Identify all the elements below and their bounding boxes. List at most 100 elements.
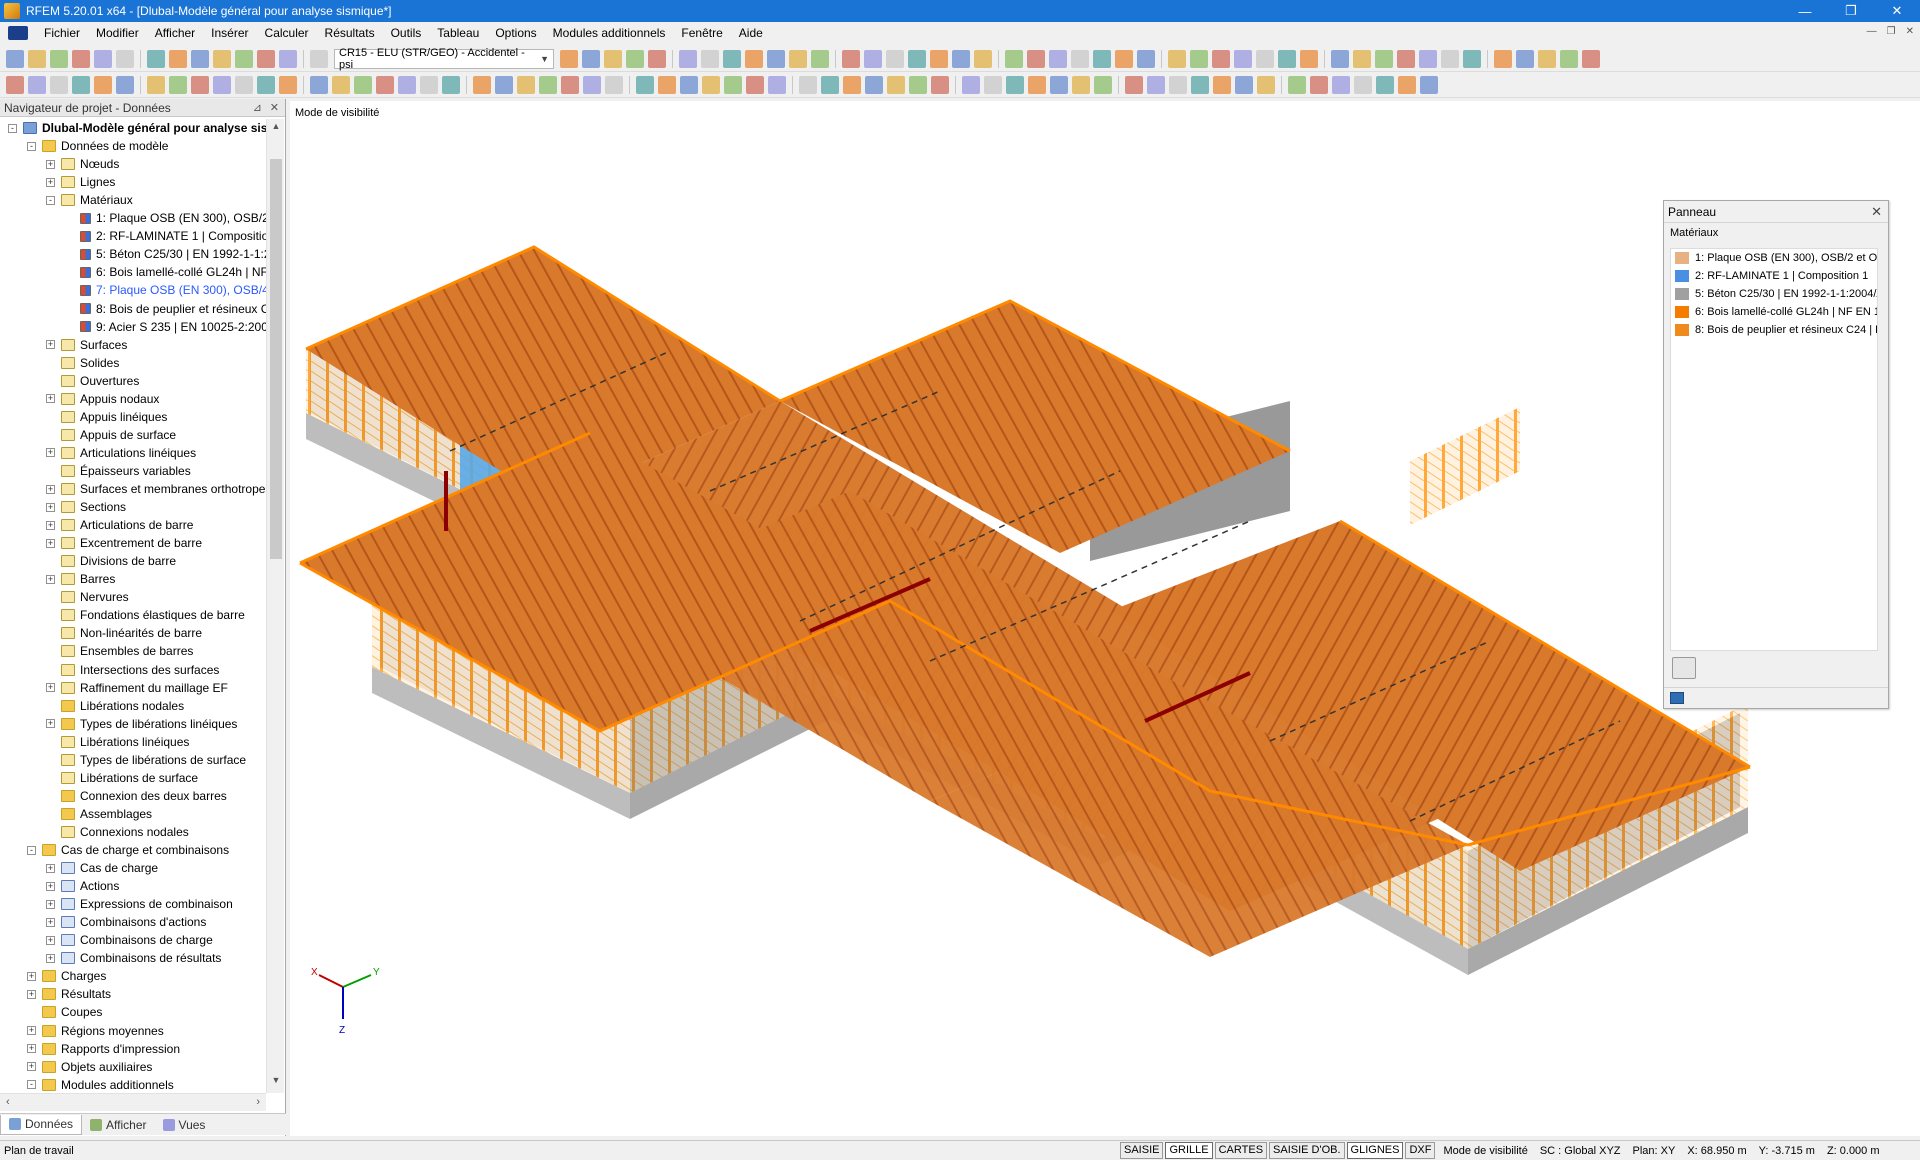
tree-item[interactable]: + Actions — [46, 877, 119, 895]
legend-item[interactable]: 2: RF-LAMINATE 1 | Composition 1 — [1671, 267, 1877, 285]
settings-icon[interactable] — [376, 75, 394, 94]
tree-item[interactable]: Connexion des deux barres — [46, 787, 227, 805]
expand-icon[interactable]: + — [46, 394, 55, 404]
zoom-icon[interactable] — [1300, 49, 1318, 68]
results-icon[interactable] — [1125, 75, 1143, 94]
tree-item[interactable]: + Objets auxiliaires — [27, 1058, 152, 1076]
select-icon[interactable] — [811, 49, 829, 68]
save-icon[interactable] — [723, 49, 741, 68]
tree-item[interactable]: + Rapports d'impression — [27, 1040, 180, 1058]
print-icon[interactable] — [6, 75, 24, 94]
grid-icon[interactable] — [605, 75, 623, 94]
grid-icon[interactable] — [147, 75, 165, 94]
member-icon[interactable] — [1463, 49, 1481, 68]
tree-item[interactable]: Divisions de barre — [46, 552, 176, 570]
tree-item[interactable]: 6: Bois lamellé-collé GL24h | NF EN 1408… — [65, 263, 266, 281]
legend-item[interactable]: 1: Plaque OSB (EN 300), OSB/2 et OSB/3 — [1671, 249, 1877, 267]
new-file-icon[interactable] — [679, 49, 697, 68]
status-dxf-button[interactable]: DXF — [1405, 1142, 1436, 1159]
tree-item[interactable]: + Barres — [46, 570, 115, 588]
undo-icon[interactable] — [1234, 49, 1252, 68]
expand-icon[interactable]: + — [46, 683, 55, 693]
loadcase-select[interactable]: CR15 - ELU (STR/GEO) - Accidentel - psi ▼ — [334, 47, 554, 71]
new-file-icon[interactable] — [1137, 49, 1155, 68]
table-icon[interactable] — [1331, 49, 1349, 68]
tab-vues[interactable]: Vues — [155, 1115, 214, 1135]
menu-options[interactable]: Options — [487, 26, 544, 40]
open-icon[interactable] — [701, 49, 719, 68]
status-grille-button[interactable]: GRILLE — [1165, 1142, 1213, 1159]
menu-tableau[interactable]: Tableau — [429, 26, 487, 40]
expand-icon[interactable]: + — [46, 881, 55, 891]
undo-icon[interactable] — [28, 75, 46, 94]
line-icon[interactable] — [1441, 49, 1459, 68]
tree-item[interactable]: Nervures — [46, 588, 129, 606]
undo-icon[interactable] — [94, 49, 112, 68]
undo-icon[interactable] — [767, 49, 785, 68]
expand-icon[interactable]: + — [46, 935, 55, 945]
save-icon[interactable] — [909, 75, 927, 94]
save-icon[interactable] — [1376, 75, 1394, 94]
print-icon[interactable] — [473, 75, 491, 94]
render-icon[interactable] — [169, 75, 187, 94]
redo-icon[interactable] — [1256, 49, 1274, 68]
expand-icon[interactable]: + — [27, 1062, 36, 1072]
tree-item[interactable]: + Lignes — [46, 173, 115, 191]
load-icon[interactable] — [1049, 49, 1067, 68]
tree-item[interactable]: Fondations élastiques de barre — [46, 606, 245, 624]
pin-icon[interactable]: ⊿ — [253, 101, 262, 114]
mdi-restore-icon[interactable]: ❐ — [1887, 26, 1896, 37]
minimize-button[interactable]: — — [1782, 0, 1828, 22]
navigator-horizontal-scrollbar[interactable]: ‹ › — [0, 1093, 266, 1111]
tree-item[interactable]: + Expressions de combinaison — [46, 895, 233, 913]
legend-item[interactable]: 8: Bois de peuplier et résineux C24 | EN… — [1671, 321, 1877, 339]
menu-afficher[interactable]: Afficher — [147, 26, 203, 40]
line-icon[interactable] — [702, 75, 720, 94]
legend-item[interactable]: 6: Bois lamellé-collé GL24h | NF EN 1408… — [1671, 303, 1877, 321]
expand-icon[interactable]: + — [46, 159, 55, 169]
redo-icon[interactable] — [116, 49, 134, 68]
zoom-icon[interactable] — [169, 49, 187, 68]
tree-item[interactable]: - Dlubal-Modèle général pour analyse sism… — [8, 119, 266, 137]
chevron-down-icon[interactable]: ▼ — [540, 54, 549, 64]
tree-item[interactable]: + Combinaisons de résultats — [46, 949, 221, 967]
tree-item[interactable]: 5: Béton C25/30 | EN 1992-1-1:2004/A1:20… — [65, 245, 266, 263]
tab-afficher[interactable]: Afficher — [82, 1115, 154, 1135]
legend-item[interactable]: 5: Béton C25/30 | EN 1992-1-1:2004/A1:20… — [1671, 285, 1877, 303]
menu-fichier[interactable]: Fichier — [36, 26, 88, 40]
menu-outils[interactable]: Outils — [383, 26, 430, 40]
camera-icon[interactable] — [1560, 49, 1578, 68]
menu-modules-additionnels[interactable]: Modules additionnels — [545, 26, 674, 40]
navigator-close-icon[interactable]: ✕ — [270, 101, 279, 114]
tree-item[interactable]: Types de libérations de surface — [46, 751, 246, 769]
navigator-vertical-scrollbar[interactable]: ▲ ▼ — [266, 119, 284, 1093]
node-icon[interactable] — [680, 75, 698, 94]
support-icon[interactable] — [1494, 49, 1512, 68]
view-icon[interactable] — [332, 75, 350, 94]
panel-settings-button[interactable] — [1672, 657, 1696, 679]
tree-item[interactable]: + Combinaisons de charge — [46, 931, 213, 949]
zoom-icon[interactable] — [1028, 75, 1046, 94]
redo-icon[interactable] — [984, 75, 1002, 94]
tree-item[interactable]: - Matériaux — [46, 191, 133, 209]
tree-item[interactable]: + Articulations de barre — [46, 516, 193, 534]
new-file-icon[interactable] — [6, 49, 24, 68]
member-icon[interactable] — [724, 75, 742, 94]
tree-item[interactable]: Assemblages — [46, 805, 152, 823]
view-icon[interactable] — [799, 75, 817, 94]
expand-icon[interactable]: + — [27, 1026, 36, 1035]
tab-donnees[interactable]: Données — [0, 1114, 83, 1135]
collapse-icon[interactable]: - — [46, 195, 55, 205]
menu-calculer[interactable]: Calculer — [257, 26, 317, 40]
view-icon[interactable] — [1257, 75, 1275, 94]
tree-item[interactable]: 8: Bois de peuplier et résineux C24 — [65, 300, 266, 318]
grid-icon[interactable] — [213, 49, 231, 68]
camera-icon[interactable] — [354, 75, 372, 94]
print-icon[interactable] — [72, 49, 90, 68]
tree-item[interactable]: 1: Plaque OSB (EN 300), OSB/2 et OSB/3 — [65, 209, 266, 227]
redo-icon[interactable] — [789, 49, 807, 68]
new-file-icon[interactable] — [398, 75, 416, 94]
open-icon[interactable] — [420, 75, 438, 94]
tree-item[interactable]: + Charges — [27, 967, 106, 985]
camera-icon[interactable] — [1288, 75, 1306, 94]
